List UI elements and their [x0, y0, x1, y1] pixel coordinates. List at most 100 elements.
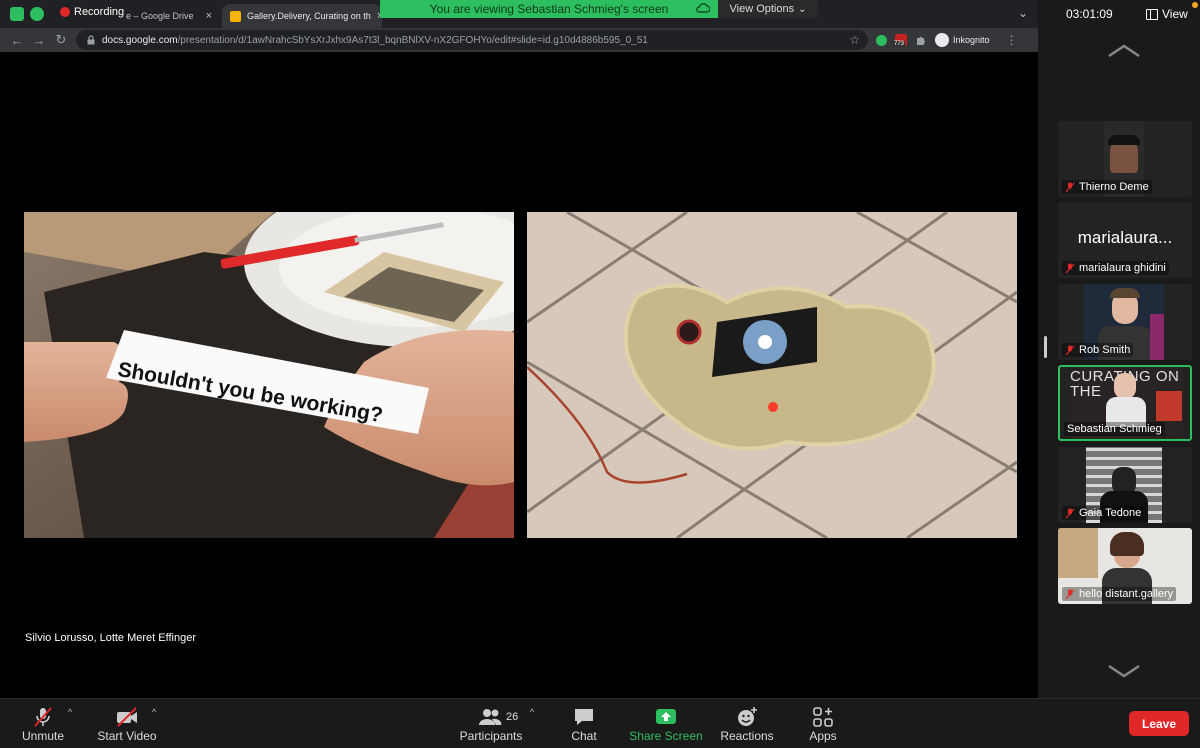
- participant-tile-hello-distant-gallery[interactable]: hello distant.gallery: [1058, 528, 1192, 604]
- participants-icon: [479, 709, 502, 725]
- apps-button[interactable]: Apps: [806, 703, 840, 747]
- notification-dot: [1192, 2, 1198, 8]
- muted-mic-icon: [1065, 345, 1075, 355]
- address-bar[interactable]: docs.google.com /presentation/d/1awNrahc…: [76, 30, 868, 50]
- muted-mic-icon: [1065, 589, 1075, 599]
- participants-label: Participants: [459, 729, 523, 743]
- view-options-label: View Options: [729, 3, 795, 15]
- scroll-up-chevron-icon[interactable]: [1106, 44, 1142, 58]
- participant-name: Gaia Tedone: [1079, 507, 1142, 519]
- reactions-label: Reactions: [720, 729, 774, 743]
- participant-tile-rob-smith[interactable]: Rob Smith: [1058, 284, 1192, 360]
- view-label: View: [1162, 7, 1188, 21]
- participant-tile-sebastian-schmieg[interactable]: CURATING ON THE Sebastian Schmieg: [1058, 365, 1192, 441]
- participant-name: hello distant.gallery: [1079, 588, 1174, 600]
- incognito-icon: [935, 33, 949, 47]
- recording-label: Recording: [74, 6, 125, 18]
- puzzle-extensions-icon[interactable]: [915, 34, 927, 46]
- slide-photo-note: Shouldn't you be working?: [24, 212, 514, 538]
- device-photo-illustration: [527, 212, 1017, 538]
- green-extension-icon[interactable]: [30, 7, 44, 21]
- meeting-toolbar: Unmute ^ Start Video ^ 26 Participants ^…: [0, 698, 1200, 748]
- view-layout-icon: [1146, 8, 1158, 20]
- tab-title: e – Google Drive: [126, 11, 194, 21]
- participant-name-label: hello distant.gallery: [1062, 587, 1177, 601]
- tab-close-icon[interactable]: ×: [200, 10, 212, 22]
- share-screen-icon: [656, 709, 676, 724]
- participants-count: 26: [506, 711, 519, 723]
- incognito-indicator[interactable]: Inkognito: [935, 33, 990, 47]
- participant-tile-marialaura-ghidini[interactable]: marialaura... marialaura ghidini: [1058, 202, 1192, 278]
- cloud-icon: [696, 3, 710, 13]
- chat-label: Chat: [571, 729, 597, 743]
- toolbar-extensions: 773 Inkognito ⋮: [876, 28, 1018, 52]
- panel-resize-handle[interactable]: [1044, 336, 1047, 358]
- audio-options-chevron-icon[interactable]: ^: [68, 707, 72, 717]
- viewing-text: You are viewing Sebastian Schmieg's scre…: [429, 2, 669, 16]
- apps-icon: [813, 707, 833, 727]
- green-status-icon[interactable]: [876, 34, 887, 46]
- chat-bubble-icon: [575, 709, 593, 725]
- unmute-button[interactable]: Unmute: [18, 703, 68, 747]
- recording-indicator: Recording: [60, 6, 124, 18]
- unmute-label: Unmute: [21, 729, 65, 743]
- participant-name: Thierno Deme: [1079, 181, 1149, 193]
- participant-name-label: Rob Smith: [1062, 343, 1134, 357]
- start-video-label: Start Video: [97, 729, 157, 743]
- participant-display-name: marialaura...: [1077, 228, 1173, 247]
- chevron-down-icon: ⌄: [798, 3, 807, 15]
- participant-tile-gaia-tedone[interactable]: Gaia Tedone: [1058, 447, 1192, 523]
- url-host: docs.google.com: [102, 34, 178, 46]
- participant-panel: 03:01:09 View Thierno Deme marialaura...: [1038, 0, 1200, 698]
- scroll-down-chevron-icon[interactable]: [1106, 664, 1142, 678]
- participant-name-label: Gaia Tedone: [1062, 506, 1145, 520]
- url-path: /presentation/d/1awNrahcSbYsXrJxhx9As7t3…: [177, 34, 648, 46]
- lock-icon: [87, 35, 95, 45]
- view-button[interactable]: View: [1146, 7, 1188, 21]
- participant-name-label: Sebastian Schmieg: [1064, 422, 1165, 436]
- video-options-chevron-icon[interactable]: ^: [152, 707, 156, 717]
- slides-favicon-icon: [230, 10, 241, 22]
- tab-search-chevron-icon[interactable]: ⌄: [1018, 6, 1028, 20]
- participant-name-label: Thierno Deme: [1062, 180, 1152, 194]
- tab-gallery-delivery[interactable]: Gallery.Delivery, Curating on th ×: [222, 4, 382, 28]
- muted-mic-icon: [1065, 263, 1075, 273]
- participants-button[interactable]: 26 Participants: [458, 703, 524, 747]
- incognito-label: Inkognito: [953, 35, 990, 45]
- video-off-icon: [117, 707, 137, 727]
- meeting-timer: 03:01:09: [1066, 7, 1113, 21]
- participant-name: marialaura ghidini: [1079, 262, 1166, 274]
- participant-name-label: marialaura ghidini: [1062, 261, 1169, 275]
- share-screen-label: Share Screen: [629, 729, 703, 743]
- note-photo-illustration: [24, 212, 514, 538]
- reload-icon[interactable]: ↻: [50, 32, 72, 48]
- red-extension-icon[interactable]: 773: [893, 34, 907, 47]
- muted-mic-icon: [1065, 508, 1075, 518]
- bookmark-star-icon[interactable]: ☆: [849, 33, 860, 47]
- shield-extension-icon[interactable]: [10, 7, 24, 21]
- muted-mic-icon: [1065, 182, 1075, 192]
- slide-photo-device: [527, 212, 1017, 538]
- recording-dot-icon: [60, 7, 70, 17]
- browser-menu-icon[interactable]: ⋮: [1006, 33, 1018, 47]
- view-options-button[interactable]: View Options ⌄: [718, 0, 818, 18]
- shared-screen: Recording e – Google Drive × Gallery.Del…: [0, 0, 1038, 698]
- slide-caption: Silvio Lorusso, Lotte Meret Effinger: [25, 632, 196, 644]
- apps-label: Apps: [809, 729, 837, 743]
- tab-title: Gallery.Delivery, Curating on th: [247, 11, 371, 21]
- participant-name: Sebastian Schmieg: [1067, 423, 1162, 435]
- smiley-reaction-icon: [738, 707, 757, 726]
- leave-button[interactable]: Leave: [1129, 711, 1189, 736]
- participants-options-chevron-icon[interactable]: ^: [530, 707, 534, 717]
- extension-badge-count: 773: [893, 41, 906, 47]
- reactions-button[interactable]: Reactions: [718, 703, 776, 747]
- share-screen-button[interactable]: Share Screen: [628, 703, 704, 747]
- muted-microphone-icon: [34, 707, 52, 727]
- start-video-button[interactable]: Start Video: [96, 703, 158, 747]
- back-arrow-icon[interactable]: ←: [6, 33, 28, 48]
- viewing-banner: You are viewing Sebastian Schmieg's scre…: [380, 0, 718, 18]
- participant-tile-thierno-deme[interactable]: Thierno Deme: [1058, 121, 1192, 197]
- chat-button[interactable]: Chat: [568, 703, 600, 747]
- participant-name: Rob Smith: [1079, 344, 1131, 356]
- forward-arrow-icon[interactable]: →: [28, 33, 50, 48]
